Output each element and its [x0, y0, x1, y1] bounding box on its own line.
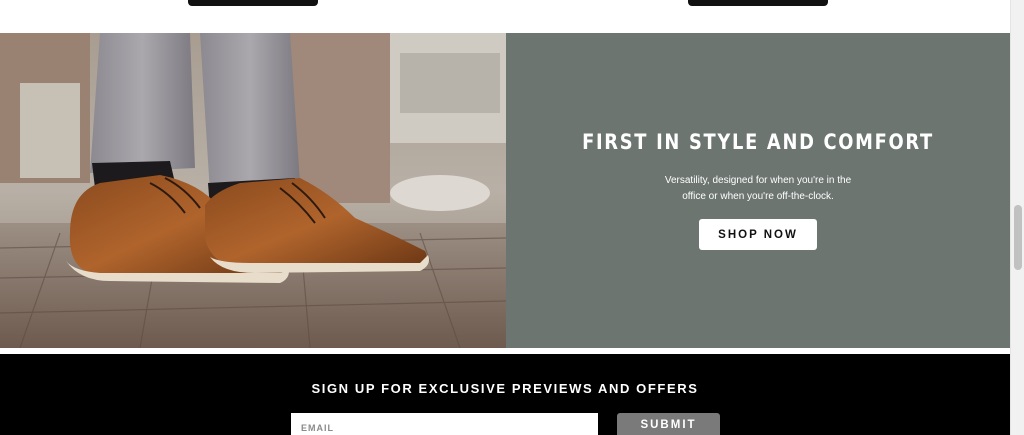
hero-description: Versatility, designed for when you're in… [648, 173, 868, 205]
hero-description-line-1: Versatility, designed for when you're in… [664, 175, 852, 186]
newsletter-signup: SIGN UP FOR EXCLUSIVE PREVIEWS AND OFFER… [0, 354, 1010, 435]
hero-banner: FIRST IN STYLE AND COMFORT Versatility, … [0, 33, 1010, 348]
top-right-button[interactable] [688, 0, 828, 6]
submit-button[interactable]: SUBMIT [617, 413, 720, 435]
top-strip [0, 0, 1010, 33]
email-input[interactable] [291, 413, 598, 435]
newsletter-heading: SIGN UP FOR EXCLUSIVE PREVIEWS AND OFFER… [311, 381, 699, 396]
hero-text-panel: FIRST IN STYLE AND COMFORT Versatility, … [506, 33, 1010, 348]
hero-description-line-2: office or when you're off-the-clock. [682, 191, 834, 202]
scrollbar-thumb[interactable] [1014, 205, 1022, 270]
hero-shoes-image [0, 33, 506, 348]
page-scrollbar[interactable] [1010, 0, 1024, 435]
top-left-button[interactable] [188, 0, 318, 6]
shop-now-button[interactable]: SHOP NOW [699, 219, 817, 250]
hero-title: FIRST IN STYLE AND COMFORT [582, 130, 934, 154]
